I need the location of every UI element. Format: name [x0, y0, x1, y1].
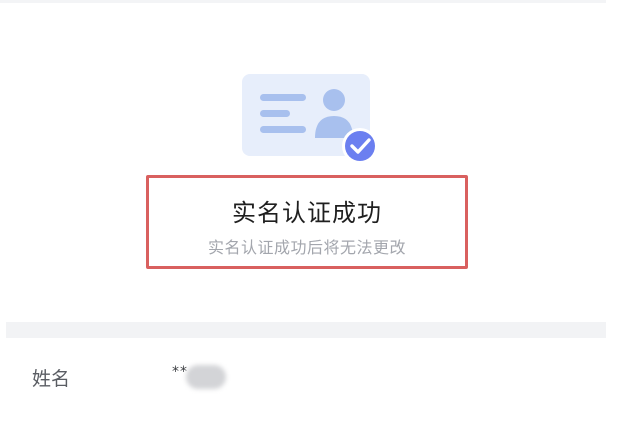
name-label: 姓名: [32, 368, 71, 390]
id-card-verified-icon: [242, 74, 378, 164]
verification-status-subtitle: 实名认证成功后将无法更改: [207, 238, 406, 257]
section-divider: [6, 322, 606, 338]
name-info-row: 姓名 **: [0, 338, 606, 418]
verification-status-title: 实名认证成功: [232, 199, 382, 227]
redaction-blur: [186, 365, 226, 389]
check-badge-icon: [342, 128, 378, 164]
right-edge: [606, 0, 621, 430]
top-divider: [0, 0, 606, 3]
